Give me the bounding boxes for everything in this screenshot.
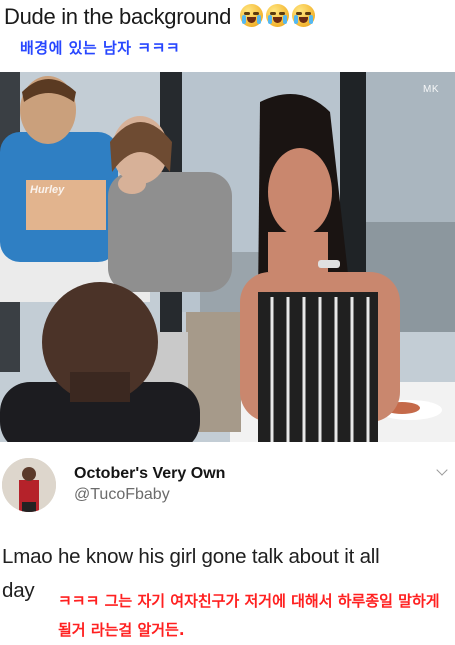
photo-watermark: MK — [423, 84, 439, 95]
korean-translation: ㅋㅋㅋ 그는 자기 여자친구가 저거에 대해서 하루종일 말하게 될거 라는걸 … — [58, 592, 440, 639]
user-handle[interactable]: @TucoFbaby — [74, 486, 170, 504]
display-name[interactable]: October's Very Own — [74, 465, 225, 483]
avatar[interactable] — [2, 458, 56, 512]
loudly-crying-face-icon — [265, 4, 289, 27]
avatar-image — [2, 458, 56, 512]
tweet-card: October's Very Own @TucoFbaby Lmao he kn… — [0, 442, 455, 645]
emoji-row — [239, 4, 315, 27]
loudly-crying-face-icon — [291, 4, 315, 27]
photo-illustration — [0, 72, 455, 442]
restaurant-photo: MK Hurley — [0, 72, 455, 442]
post-title: Dude in the background — [4, 2, 315, 32]
loudly-crying-face-icon — [239, 4, 263, 27]
korean-caption: 배경에 있는 남자 ㅋㅋㅋ — [20, 39, 181, 57]
tweet-text-line1: Lmao he know his girl gone talk about it… — [2, 545, 380, 568]
shirt-brand-text: Hurley — [30, 184, 65, 196]
post-title-text: Dude in the background — [4, 4, 232, 29]
chevron-down-icon[interactable] — [436, 464, 448, 476]
